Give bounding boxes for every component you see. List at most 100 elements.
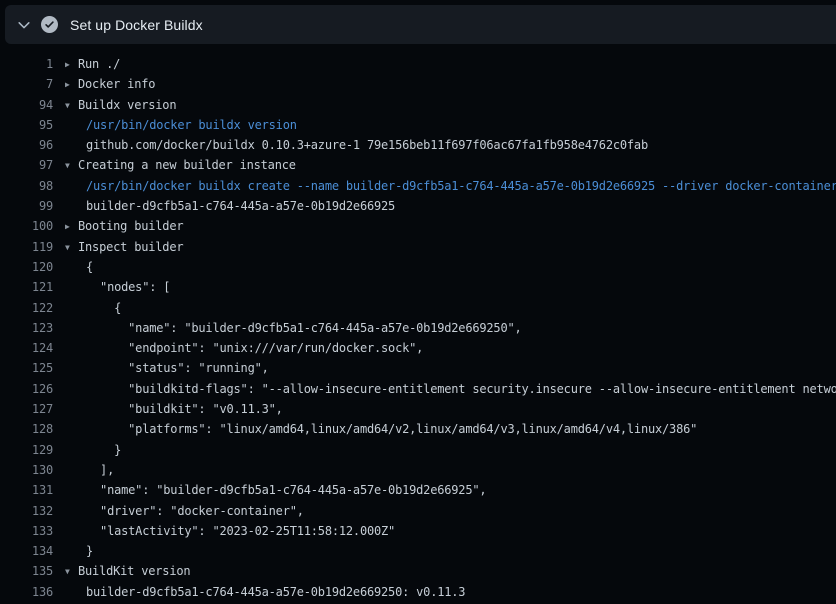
output-text: builder-d9cfb5a1-c764-445a-a57e-0b19d2e6…	[86, 199, 395, 213]
line-number[interactable]: 132	[0, 501, 53, 521]
command-text: /usr/bin/docker buildx create --name bui…	[86, 179, 836, 193]
chevron-down-icon[interactable]	[17, 18, 31, 32]
line-number[interactable]: 98	[0, 176, 53, 196]
line-number[interactable]: 1	[0, 54, 53, 74]
line-number[interactable]: 94	[0, 95, 53, 115]
line-number[interactable]: 124	[0, 338, 53, 358]
log-text-cell: builder-d9cfb5a1-c764-445a-a57e-0b19d2e6…	[86, 582, 465, 602]
log-line: 95/usr/bin/docker buildx version	[0, 115, 836, 135]
log-text-cell: "platforms": "linux/amd64,linux/amd64/v2…	[86, 419, 697, 439]
log-text-cell: "name": "builder-d9cfb5a1-c764-445a-a57e…	[86, 318, 522, 338]
log-group-row: 119 ▼Inspect builder	[0, 237, 836, 257]
log-line: 125 "status": "running",	[0, 358, 836, 378]
line-number[interactable]: 119	[0, 237, 53, 257]
group-title: Run ./	[78, 57, 120, 71]
line-number[interactable]: 130	[0, 460, 53, 480]
output-text: github.com/docker/buildx 0.10.3+azure-1 …	[86, 138, 648, 152]
line-number[interactable]: 7	[0, 74, 53, 94]
log-group-row: 1 ▶Run ./	[0, 54, 836, 74]
output-text: "name": "builder-d9cfb5a1-c764-445a-a57e…	[86, 483, 486, 497]
line-number[interactable]: 134	[0, 541, 53, 561]
output-text: builder-d9cfb5a1-c764-445a-a57e-0b19d2e6…	[86, 585, 465, 599]
group-title: Creating a new builder instance	[78, 158, 296, 172]
caret-down-icon: ▼	[65, 156, 78, 175]
log-area: 1▶Run ./7▶Docker info94▼Buildx version95…	[0, 44, 836, 604]
output-text: ],	[86, 463, 114, 477]
group-title: Buildx version	[78, 98, 176, 112]
log-line: 128 "platforms": "linux/amd64,linux/amd6…	[0, 419, 836, 439]
line-number[interactable]: 120	[0, 257, 53, 277]
output-text: "platforms": "linux/amd64,linux/amd64/v2…	[86, 422, 697, 436]
log-text-cell: "buildkit": "v0.11.3",	[86, 399, 283, 419]
output-text: {	[86, 301, 121, 315]
log-text-cell: /usr/bin/docker buildx version	[86, 115, 297, 135]
group-toggle[interactable]: ▶Docker info	[65, 74, 155, 94]
output-text: "buildkitd-flags": "--allow-insecure-ent…	[86, 382, 836, 396]
line-number[interactable]: 127	[0, 399, 53, 419]
line-number[interactable]: 95	[0, 115, 53, 135]
line-number[interactable]: 125	[0, 358, 53, 378]
log-text-cell: builder-d9cfb5a1-c764-445a-a57e-0b19d2e6…	[86, 196, 395, 216]
check-circle-icon	[41, 16, 58, 33]
output-text: }	[86, 544, 93, 558]
group-title: Docker info	[78, 77, 155, 91]
line-number[interactable]: 121	[0, 277, 53, 297]
line-number[interactable]: 136	[0, 582, 53, 602]
step-header[interactable]: Set up Docker Buildx	[5, 5, 836, 44]
output-text: "buildkit": "v0.11.3",	[86, 402, 283, 416]
line-number[interactable]: 96	[0, 135, 53, 155]
output-text: }	[86, 443, 121, 457]
caret-down-icon: ▼	[65, 96, 78, 115]
log-line: 124 "endpoint": "unix:///var/run/docker.…	[0, 338, 836, 358]
line-number[interactable]: 133	[0, 521, 53, 541]
line-number[interactable]: 129	[0, 440, 53, 460]
log-text-cell: "nodes": [	[86, 277, 170, 297]
line-number[interactable]: 97	[0, 155, 53, 175]
log-text-cell: }	[86, 541, 93, 561]
log-line: 121 "nodes": [	[0, 277, 836, 297]
line-number[interactable]: 99	[0, 196, 53, 216]
line-number[interactable]: 126	[0, 379, 53, 399]
output-text: "lastActivity": "2023-02-25T11:58:12.000…	[86, 524, 395, 538]
log-group-row: 100 ▶Booting builder	[0, 216, 836, 236]
log-text-cell: /usr/bin/docker buildx create --name bui…	[86, 176, 836, 196]
caret-down-icon: ▼	[65, 562, 78, 581]
command-text: /usr/bin/docker buildx version	[86, 118, 297, 132]
group-toggle[interactable]: ▶Booting builder	[65, 216, 183, 236]
caret-right-icon: ▶	[65, 55, 78, 74]
log-line: 133 "lastActivity": "2023-02-25T11:58:12…	[0, 521, 836, 541]
log-line: 122 {	[0, 298, 836, 318]
log-text-cell: }	[86, 440, 121, 460]
log-text-cell: "endpoint": "unix:///var/run/docker.sock…	[86, 338, 423, 358]
log-text-cell: "driver": "docker-container",	[86, 501, 304, 521]
log-text-cell: github.com/docker/buildx 0.10.3+azure-1 …	[86, 135, 648, 155]
group-toggle[interactable]: ▶Run ./	[65, 54, 120, 74]
log-line: 132 "driver": "docker-container",	[0, 501, 836, 521]
line-number[interactable]: 123	[0, 318, 53, 338]
log-line: 126 "buildkitd-flags": "--allow-insecure…	[0, 379, 836, 399]
group-title: BuildKit version	[78, 564, 190, 578]
caret-down-icon: ▼	[65, 238, 78, 257]
log-group-row: 97 ▼Creating a new builder instance	[0, 155, 836, 175]
log-line: 98/usr/bin/docker buildx create --name b…	[0, 176, 836, 196]
output-text: "status": "running",	[86, 361, 269, 375]
group-toggle[interactable]: ▼BuildKit version	[65, 561, 190, 581]
log-line: 123 "name": "builder-d9cfb5a1-c764-445a-…	[0, 318, 836, 338]
line-number[interactable]: 135	[0, 561, 53, 581]
step-title: Set up Docker Buildx	[70, 17, 203, 33]
group-toggle[interactable]: ▼Creating a new builder instance	[65, 155, 296, 175]
line-number[interactable]: 131	[0, 480, 53, 500]
output-text: "name": "builder-d9cfb5a1-c764-445a-a57e…	[86, 321, 522, 335]
line-number[interactable]: 122	[0, 298, 53, 318]
output-text: "nodes": [	[86, 280, 170, 294]
output-text: "driver": "docker-container",	[86, 504, 304, 518]
log-group-row: 7 ▶Docker info	[0, 74, 836, 94]
line-number[interactable]: 100	[0, 216, 53, 236]
group-toggle[interactable]: ▼Inspect builder	[65, 237, 183, 257]
log-text-cell: ],	[86, 460, 114, 480]
log-text-cell: {	[86, 298, 121, 318]
log-line: 99 builder-d9cfb5a1-c764-445a-a57e-0b19d2…	[0, 196, 836, 216]
log-group-row: 94 ▼Buildx version	[0, 95, 836, 115]
group-toggle[interactable]: ▼Buildx version	[65, 95, 176, 115]
line-number[interactable]: 128	[0, 419, 53, 439]
